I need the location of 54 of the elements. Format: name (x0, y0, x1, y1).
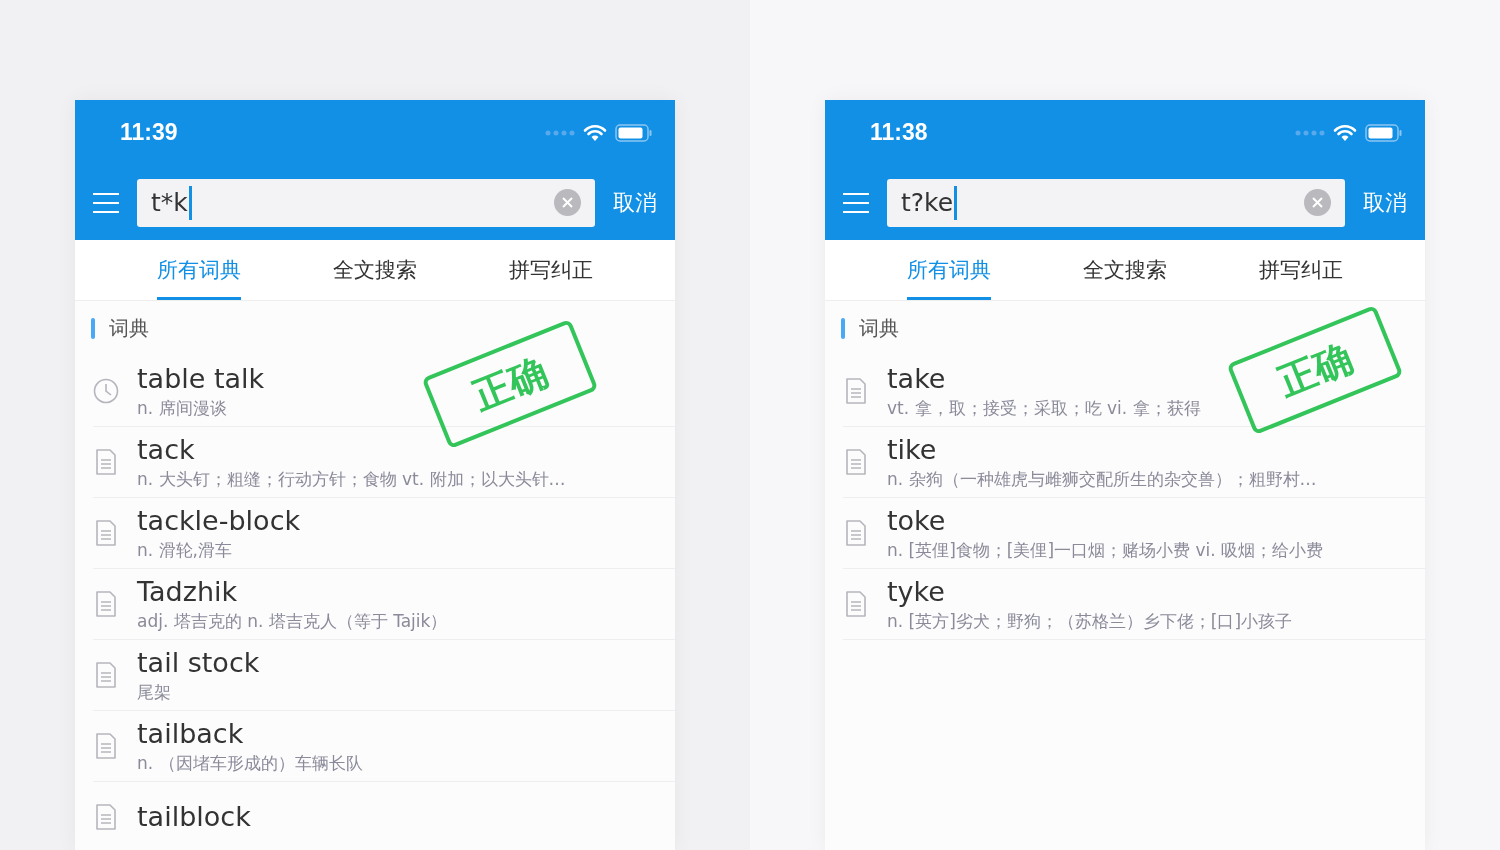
wifi-icon (583, 123, 607, 142)
section-marker (841, 318, 845, 339)
document-icon (843, 519, 869, 547)
search-field[interactable]: t*k (137, 178, 595, 227)
clock-icon (93, 377, 119, 405)
menu-icon[interactable] (93, 191, 119, 214)
tab[interactable]: 全文搜索 (1083, 240, 1167, 300)
entry-definition: n. 滑轮,滑车 (137, 539, 233, 561)
battery-icon (1365, 123, 1403, 142)
document-icon (93, 732, 119, 760)
entry-word: tackle-block (137, 505, 301, 537)
battery-icon (615, 123, 653, 142)
menu-icon[interactable] (843, 191, 869, 214)
status-time: 11:38 (870, 119, 928, 146)
tab[interactable]: 拼写纠正 (1259, 240, 1343, 300)
document-icon (93, 590, 119, 618)
entry-definition: 尾架 (137, 681, 172, 703)
entry-definition: n. 席间漫谈 (137, 397, 228, 419)
document-icon (93, 448, 119, 476)
clear-icon[interactable] (1304, 189, 1331, 216)
document-icon (93, 519, 119, 547)
entry-word: tack (137, 434, 196, 466)
document-icon (843, 377, 869, 405)
document-icon (93, 661, 119, 689)
entry-word: tail stock (137, 647, 260, 679)
entry-word: tailblock (137, 801, 251, 833)
entry-word: tike (887, 434, 938, 466)
search-field[interactable]: t?ke (887, 178, 1345, 227)
clear-icon[interactable] (554, 189, 581, 216)
section-marker (91, 318, 95, 339)
entry-definition: vt. 拿，取；接受；采取；吃 vi. 拿；获得 (887, 397, 1201, 419)
entry-word: toke (887, 505, 947, 537)
entry-definition: n. [英方]劣犬；野狗；（苏格兰）乡下佬；[口]小孩子 (887, 610, 1293, 632)
entry-definition: n. （因堵车形成的）车辆长队 (137, 752, 363, 774)
entry-definition: adj. 塔吉克的 n. 塔吉克人（等于 Tajik） (137, 610, 448, 632)
wifi-icon (1333, 123, 1357, 142)
section-title: 词典 (859, 315, 899, 342)
section-title: 词典 (109, 315, 149, 342)
status-time: 11:39 (120, 119, 178, 146)
entry-word: table talk (137, 363, 265, 395)
entry-definition: n. [英俚]食物；[美俚]一口烟；赌场小费 vi. 吸烟；给小费 (887, 539, 1324, 561)
entry-definition: n. 杂狗（一种雄虎与雌狮交配所生的杂交兽）；粗野村… (887, 468, 1317, 490)
entry-word: Tadzhik (137, 576, 239, 608)
entry-definition: n. 大头钉；粗缝；行动方针；食物 vt. 附加；以大头针… (137, 468, 566, 490)
document-icon (93, 803, 119, 831)
tab[interactable]: 拼写纠正 (509, 240, 593, 300)
document-icon (843, 590, 869, 618)
entry-word: tailback (137, 718, 245, 750)
tab[interactable]: 全文搜索 (333, 240, 417, 300)
document-icon (843, 448, 869, 476)
entry-word: tyke (887, 576, 946, 608)
entry-word: take (887, 363, 947, 395)
signal-icon (1295, 128, 1325, 137)
signal-icon (545, 128, 575, 137)
